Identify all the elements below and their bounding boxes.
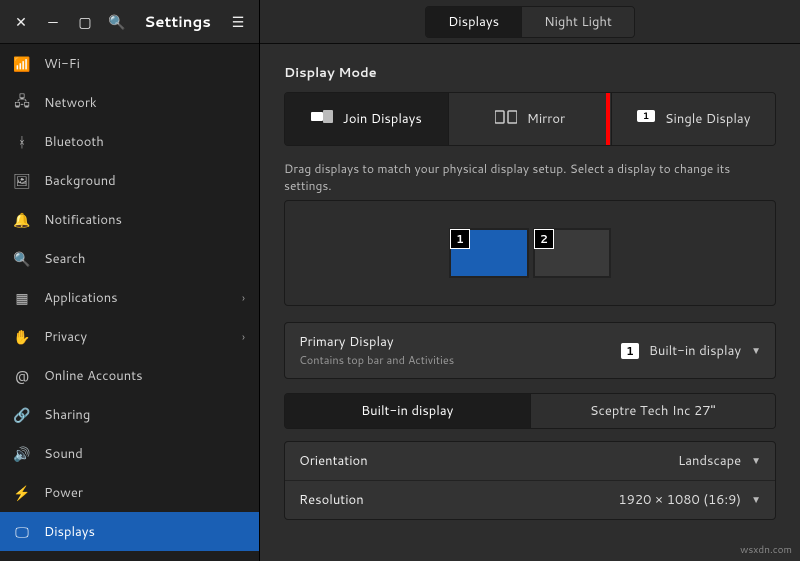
primary-badge: 1 <box>621 343 639 359</box>
sidebar-item-displays[interactable]: 🖵 Displays <box>0 512 259 551</box>
sidebar-item-icon: 🖼 <box>14 171 30 191</box>
sidebar-item-icon: ▦ <box>14 288 30 308</box>
sidebar-item-search[interactable]: 🔍 Search <box>0 239 259 278</box>
sidebar-item-icon: 🔔 <box>14 210 30 230</box>
sidebar-item-online-accounts[interactable]: @ Online Accounts <box>0 356 259 395</box>
close-icon[interactable]: ✕ <box>6 7 36 37</box>
mode-mirror[interactable]: Mirror <box>448 93 612 145</box>
primary-display-value: Built-in display <box>649 342 741 360</box>
display-mode-options: Join Displays Mirror 1 Single Display <box>284 92 776 146</box>
display-tab-builtin[interactable]: Built-in display <box>285 394 530 428</box>
sidebar-header: ✕ — ▢ 🔍 Settings ☰ <box>0 0 259 44</box>
sidebar-item-icon: 🔍 <box>14 249 30 269</box>
display-arrangement[interactable]: 1 2 <box>284 200 776 306</box>
primary-display-row[interactable]: Primary Display Contains top bar and Act… <box>285 323 775 378</box>
maximize-icon[interactable]: ▢ <box>70 7 100 37</box>
mode-join-displays[interactable]: Join Displays <box>285 93 448 145</box>
sidebar-item-sharing[interactable]: 🔗 Sharing <box>0 395 259 434</box>
tab-displays[interactable]: Displays <box>426 7 521 37</box>
main-panel: Displays Night Light Display Mode Join D… <box>260 0 800 561</box>
sidebar-item-icon: 🔊 <box>14 444 30 464</box>
mirror-icon <box>495 110 517 129</box>
app-title: Settings <box>134 11 221 32</box>
chevron-right-icon: › <box>242 329 245 345</box>
display-box-1[interactable]: 1 <box>449 228 529 278</box>
display-mode-title: Display Mode <box>284 64 776 82</box>
sidebar-item-label: Power <box>44 484 245 502</box>
mode-label: Single Display <box>665 110 751 128</box>
orientation-row[interactable]: Orientation Landscape ▼ <box>285 442 775 480</box>
sidebar-item-label: Sharing <box>44 406 245 424</box>
resolution-label: Resolution <box>299 491 618 509</box>
display-settings-panel: Orientation Landscape ▼ Resolution 1920 … <box>284 441 776 520</box>
sidebar-item-background[interactable]: 🖼 Background <box>0 161 259 200</box>
sidebar-item-label: Sound <box>44 445 245 463</box>
sidebar-item-icon: ✋ <box>14 327 30 347</box>
display-badge: 2 <box>534 229 554 249</box>
search-icon[interactable]: 🔍 <box>102 7 132 37</box>
minimize-icon[interactable]: — <box>38 7 68 37</box>
single-display-icon: 1 <box>637 110 655 129</box>
content-area: Display Mode Join Displays Mirror <box>260 44 800 561</box>
sidebar-item-label: Notifications <box>44 211 245 229</box>
chevron-right-icon: › <box>242 290 245 306</box>
sidebar-item-sound[interactable]: 🔊 Sound <box>0 434 259 473</box>
sidebar-item-icon: ⚡ <box>14 483 30 503</box>
sidebar-item-label: Network <box>44 94 245 112</box>
display-badge: 1 <box>450 229 470 249</box>
chevron-down-icon: ▼ <box>751 344 761 358</box>
sidebar-item-privacy[interactable]: ✋ Privacy › <box>0 317 259 356</box>
display-tab-sceptre[interactable]: Sceptre Tech Inc 27" <box>530 394 776 428</box>
sidebar-item-icon: 📶 <box>14 54 30 74</box>
hamburger-menu-icon[interactable]: ☰ <box>223 7 253 37</box>
sidebar-item-icon: 🖵 <box>14 522 30 542</box>
join-displays-icon <box>311 110 333 129</box>
orientation-value: Landscape <box>678 452 741 470</box>
sidebar-item-label: Displays <box>44 523 245 541</box>
sidebar-item-mouse-touchpad[interactable]: 🖱Mouse & Touchpad <box>0 551 259 561</box>
sidebar-item-icon: @ <box>14 366 30 386</box>
primary-display-label: Primary Display <box>299 333 621 351</box>
sidebar-item-label: Wi-Fi <box>44 55 245 73</box>
resolution-row[interactable]: Resolution 1920 × 1080 (16:9) ▼ <box>285 481 775 519</box>
display-selector-tabs: Built-in display Sceptre Tech Inc 27" <box>284 393 776 429</box>
sidebar: ✕ — ▢ 🔍 Settings ☰ 📶 Wi-Fi 🖧 Network ᚼ Blueto… <box>0 0 260 561</box>
sidebar-item-power[interactable]: ⚡ Power <box>0 473 259 512</box>
primary-display-panel: Primary Display Contains top bar and Act… <box>284 322 776 379</box>
tab-night-light[interactable]: Night Light <box>521 7 634 37</box>
orientation-label: Orientation <box>299 452 678 470</box>
display-box-2[interactable]: 2 <box>533 228 611 278</box>
mode-label: Join Displays <box>343 110 422 128</box>
sidebar-item-notifications[interactable]: 🔔 Notifications <box>0 200 259 239</box>
mode-single-display[interactable]: 1 Single Display <box>611 93 775 145</box>
sidebar-item-label: Applications <box>44 289 228 307</box>
top-tabs: Displays Night Light <box>425 6 635 38</box>
sidebar-item-bluetooth[interactable]: ᚼ Bluetooth <box>0 122 259 161</box>
sidebar-list: 📶 Wi-Fi 🖧 Network ᚼ Bluetooth 🖼 Background 🔔 Noti… <box>0 44 259 561</box>
sidebar-item-label: Search <box>44 250 245 268</box>
sidebar-item-label: Bluetooth <box>44 133 245 151</box>
mode-label: Mirror <box>527 110 565 128</box>
sidebar-item-label: Background <box>44 172 245 190</box>
primary-display-sub: Contains top bar and Activities <box>299 352 621 368</box>
top-bar: Displays Night Light <box>260 0 800 44</box>
resolution-value: 1920 × 1080 (16:9) <box>618 491 741 509</box>
arrangement-hint: Drag displays to match your physical dis… <box>284 160 776 194</box>
sidebar-item-wi-fi[interactable]: 📶 Wi-Fi <box>0 44 259 83</box>
svg-text:1: 1 <box>643 110 649 122</box>
sidebar-item-icon: ᚼ <box>14 132 30 152</box>
sidebar-item-label: Privacy <box>44 328 228 346</box>
sidebar-item-icon: 🔗 <box>14 405 30 425</box>
chevron-down-icon: ▼ <box>751 454 761 468</box>
watermark: wsxdn.com <box>740 543 792 557</box>
sidebar-item-network[interactable]: 🖧 Network <box>0 83 259 122</box>
sidebar-item-label: Online Accounts <box>44 367 245 385</box>
sidebar-item-icon: 🖧 <box>14 91 30 115</box>
sidebar-item-applications[interactable]: ▦ Applications › <box>0 278 259 317</box>
chevron-down-icon: ▼ <box>751 493 761 507</box>
